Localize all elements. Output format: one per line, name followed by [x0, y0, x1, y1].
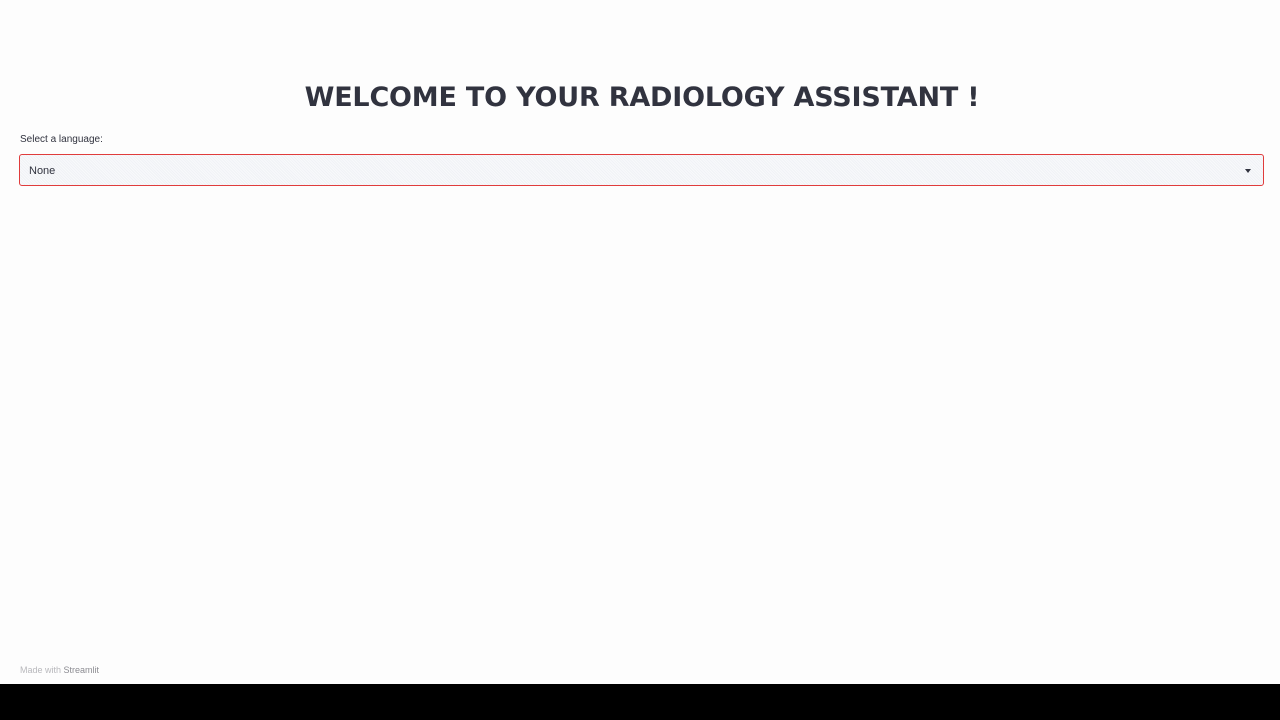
bottom-black-bar	[0, 684, 1280, 720]
footer: Made with Streamlit	[20, 664, 99, 676]
page-title: WELCOME TO YOUR RADIOLOGY ASSISTANT !	[304, 82, 980, 113]
footer-prefix: Made with	[20, 665, 62, 675]
chevron-down-icon[interactable]	[1245, 169, 1251, 173]
app-main-area: WELCOME TO YOUR RADIOLOGY ASSISTANT ! Se…	[0, 0, 1280, 684]
footer-streamlit-link[interactable]: Streamlit	[64, 665, 100, 675]
language-select-label: Select a language:	[20, 134, 103, 145]
language-select-value: None	[29, 165, 56, 177]
language-select[interactable]: None	[19, 154, 1264, 186]
